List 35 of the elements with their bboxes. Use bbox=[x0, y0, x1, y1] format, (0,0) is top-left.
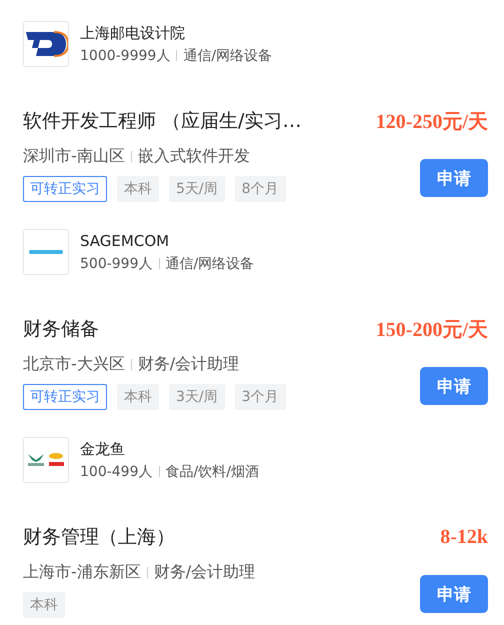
job-title[interactable]: 财务储备 bbox=[23, 316, 99, 342]
company-size: 1000-9999人 bbox=[80, 46, 170, 64]
job-category: 财务/会计助理 bbox=[138, 353, 240, 375]
job-location: 上海市-浦东新区 bbox=[23, 561, 141, 583]
job-category: 财务/会计助理 bbox=[154, 561, 256, 583]
company-size: 100-499人 bbox=[80, 462, 152, 480]
job-tag: 本科 bbox=[117, 384, 159, 410]
salary: 120-250元/天 bbox=[376, 110, 488, 134]
company-name: SAGEMCOM bbox=[80, 232, 170, 250]
company-name: 金龙鱼 bbox=[80, 440, 126, 458]
job-tag: 可转正实习 bbox=[23, 176, 107, 202]
company-industry: 通信/网络设备 bbox=[183, 46, 272, 64]
job-title[interactable]: 财务管理（上海） bbox=[23, 524, 175, 550]
job-location: 深圳市-南山区 bbox=[23, 145, 125, 167]
job-tag: 3个月 bbox=[234, 384, 286, 410]
apply-button[interactable]: 申请 bbox=[420, 367, 488, 405]
salary: 150-200元/天 bbox=[376, 318, 488, 342]
company-industry: 通信/网络设备 bbox=[166, 254, 254, 272]
salary: 8-12k bbox=[440, 526, 488, 548]
apply-button[interactable]: 申请 bbox=[420, 159, 488, 197]
job-tag: 5天/周 bbox=[169, 176, 225, 202]
job-tag: 3天/周 bbox=[169, 384, 225, 410]
job-tag: 本科 bbox=[23, 592, 65, 618]
company-name: 上海邮电设计院 bbox=[80, 24, 186, 42]
job-tag: 本科 bbox=[117, 176, 159, 202]
job-location: 北京市-大兴区 bbox=[23, 353, 125, 375]
company-size: 500-999人 bbox=[80, 254, 152, 272]
job-title[interactable]: 软件开发工程师 （应届生/实习… bbox=[23, 108, 302, 134]
job-tag: 8个月 bbox=[234, 176, 286, 202]
logo-icon bbox=[29, 248, 63, 256]
job-tag: 可转正实习 bbox=[23, 384, 107, 410]
job-category: 嵌入式软件开发 bbox=[138, 145, 250, 167]
logo-icon bbox=[26, 452, 66, 468]
apply-button[interactable]: 申请 bbox=[420, 575, 488, 613]
company-industry: 食品/饮料/烟酒 bbox=[166, 462, 259, 480]
